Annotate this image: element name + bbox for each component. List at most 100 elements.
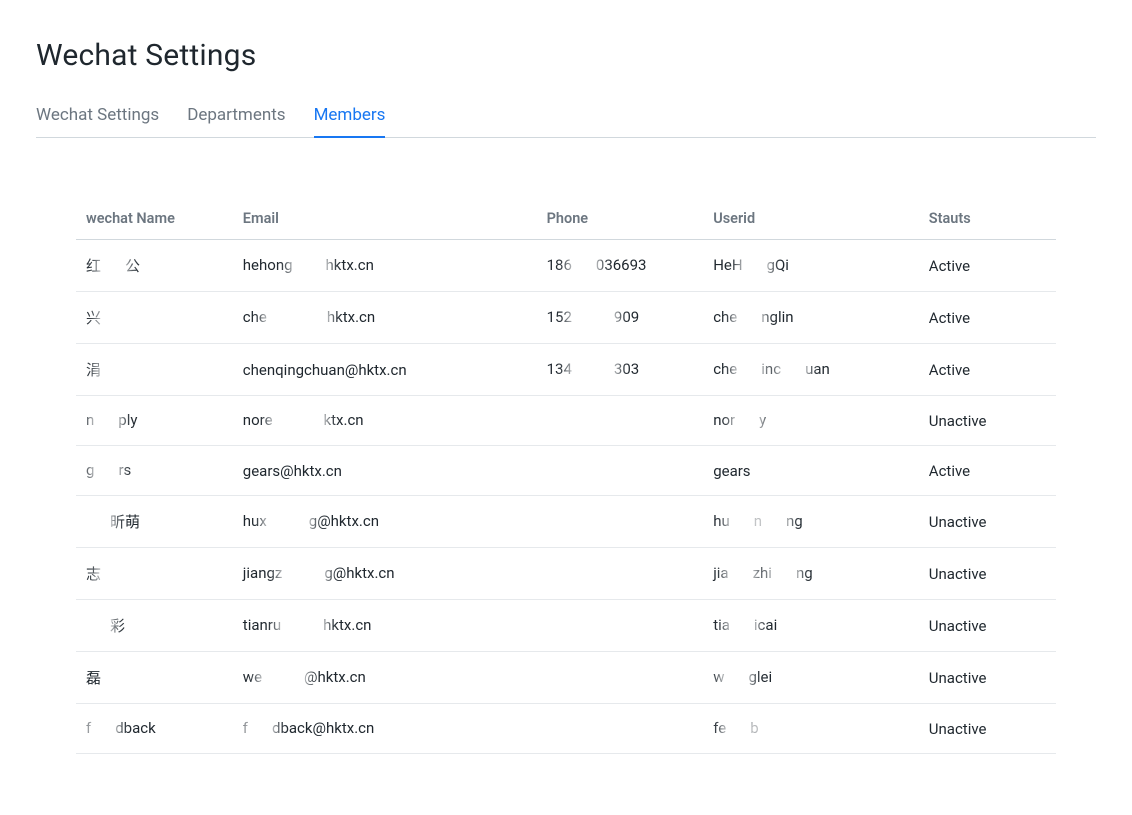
cell-email-text: chenqingchuan@hktx.cn — [243, 361, 407, 379]
table-row[interactable]: 昕萌 huxg@hktx.cn hunng Unactive — [76, 496, 1056, 548]
cell-userid-text: hunng — [713, 512, 803, 531]
table-row[interactable]: fdback fdback@hktx.cn feb Unactive — [76, 704, 1056, 754]
cell-name-text: 涓 — [86, 359, 125, 380]
col-header-name: wechat Name — [76, 198, 233, 240]
cell-userid: jiazhing — [703, 548, 919, 600]
members-table: wechat Name Email Phone Userid Stauts 红公… — [76, 198, 1056, 754]
page-title: Wechat Settings — [36, 38, 1096, 73]
cell-email-text: huxg@hktx.cn — [243, 512, 379, 531]
cell-userid-text: cheincuan — [713, 360, 830, 379]
cell-status: Active — [919, 344, 1056, 396]
cell-status: Unactive — [919, 704, 1056, 754]
cell-name-text: 昕萌 — [86, 511, 140, 532]
table-row[interactable]: nply norektx.cn nory Unactive — [76, 396, 1056, 446]
cell-userid: tiaicai — [703, 600, 919, 652]
cell-status: Unactive — [919, 548, 1056, 600]
cell-name-text: nply — [86, 411, 137, 430]
cell-name: 兴 — [76, 292, 233, 344]
table-row[interactable]: 磊 we@hktx.cn wglei Unactive — [76, 652, 1056, 704]
cell-phone: 186036693 — [537, 240, 704, 292]
cell-userid: hunng — [703, 496, 919, 548]
page: Wechat Settings Wechat Settings Departme… — [0, 0, 1132, 774]
cell-status-text: Unactive — [929, 720, 987, 738]
cell-name: 磊 — [76, 652, 233, 704]
cell-name: 涓 — [76, 344, 233, 396]
cell-name: 昕萌 — [76, 496, 233, 548]
cell-status: Active — [919, 446, 1056, 496]
cell-userid-text: chenglin — [713, 308, 793, 327]
cell-email-text: fdback@hktx.cn — [243, 719, 375, 738]
tab-departments[interactable]: Departments — [187, 101, 285, 137]
cell-status-text: Unactive — [929, 669, 987, 687]
members-table-wrap: wechat Name Email Phone Userid Stauts 红公… — [36, 198, 1096, 754]
cell-userid: nory — [703, 396, 919, 446]
cell-email-text: we@hktx.cn — [243, 668, 366, 687]
cell-status-text: Active — [929, 257, 970, 275]
table-row[interactable]: 涓 chenqingchuan@hktx.cn 134303 cheincuan Act… — [76, 344, 1056, 396]
cell-name-text: fdback — [86, 719, 156, 738]
cell-status-text: Unactive — [929, 617, 987, 635]
cell-email-text: gears@hktx.cn — [243, 462, 342, 480]
cell-userid: cheincuan — [703, 344, 919, 396]
cell-phone-text: 134303 — [547, 360, 640, 379]
cell-userid-text: feb — [713, 719, 791, 738]
cell-status-text: Active — [929, 462, 970, 480]
tab-wechat-settings[interactable]: Wechat Settings — [36, 101, 159, 137]
cell-name-text: grs — [86, 461, 131, 480]
table-row[interactable]: grs gears@hktx.cn gears Active — [76, 446, 1056, 496]
cell-email-text: chehktx.cn — [243, 308, 375, 327]
cell-phone — [537, 496, 704, 548]
cell-userid-text: wglei — [713, 668, 772, 687]
cell-name: fdback — [76, 704, 233, 754]
cell-phone-text: 186036693 — [547, 256, 647, 275]
cell-email: chenqingchuan@hktx.cn — [233, 344, 537, 396]
cell-status-text: Active — [929, 361, 970, 379]
cell-userid-text: tiaicai — [713, 616, 777, 635]
cell-status-text: Unactive — [929, 565, 987, 583]
cell-phone — [537, 704, 704, 754]
cell-name-text: 兴 — [86, 307, 125, 328]
cell-status-text: Active — [929, 309, 970, 327]
cell-userid-text: gears — [713, 462, 750, 480]
cell-userid: HeHgQi — [703, 240, 919, 292]
cell-phone — [537, 548, 704, 600]
table-header-row: wechat Name Email Phone Userid Stauts — [76, 198, 1056, 240]
cell-email: huxg@hktx.cn — [233, 496, 537, 548]
cell-phone: 134303 — [537, 344, 704, 396]
cell-name-text: 红公 — [86, 255, 140, 276]
tab-members[interactable]: Members — [314, 101, 386, 137]
table-row[interactable]: 彩 tianruhktx.cn tiaicai Unactive — [76, 600, 1056, 652]
cell-status: Active — [919, 240, 1056, 292]
cell-email: we@hktx.cn — [233, 652, 537, 704]
cell-email-text: hehonghktx.cn — [243, 256, 374, 275]
cell-email: gears@hktx.cn — [233, 446, 537, 496]
cell-status-text: Unactive — [929, 513, 987, 531]
cell-email-text: tianruhktx.cn — [243, 616, 372, 635]
tabs: Wechat Settings Departments Members — [36, 101, 1096, 138]
cell-userid-text: HeHgQi — [713, 256, 789, 275]
cell-name: 彩 — [76, 600, 233, 652]
cell-phone: 152909 — [537, 292, 704, 344]
cell-phone — [537, 652, 704, 704]
cell-email-text: jiangzg@hktx.cn — [243, 564, 395, 583]
cell-status: Active — [919, 292, 1056, 344]
cell-email: norektx.cn — [233, 396, 537, 446]
cell-email: hehonghktx.cn — [233, 240, 537, 292]
cell-userid-text: nory — [713, 411, 766, 430]
cell-email: tianruhktx.cn — [233, 600, 537, 652]
col-header-status: Stauts — [919, 198, 1056, 240]
cell-userid: gears — [703, 446, 919, 496]
table-row[interactable]: 红公 hehonghktx.cn 186036693 HeHgQi Active — [76, 240, 1056, 292]
cell-userid: wglei — [703, 652, 919, 704]
col-header-email: Email — [233, 198, 537, 240]
table-row[interactable]: 兴 chehktx.cn 152909 chenglin Active — [76, 292, 1056, 344]
cell-userid-text: jiazhing — [713, 564, 812, 583]
cell-name-text: 志 — [86, 563, 125, 584]
cell-email-text: norektx.cn — [243, 411, 364, 430]
cell-email: fdback@hktx.cn — [233, 704, 537, 754]
cell-name: 志 — [76, 548, 233, 600]
cell-phone — [537, 600, 704, 652]
table-row[interactable]: 志 jiangzg@hktx.cn jiazhing Unactive — [76, 548, 1056, 600]
col-header-userid: Userid — [703, 198, 919, 240]
cell-status: Unactive — [919, 396, 1056, 446]
